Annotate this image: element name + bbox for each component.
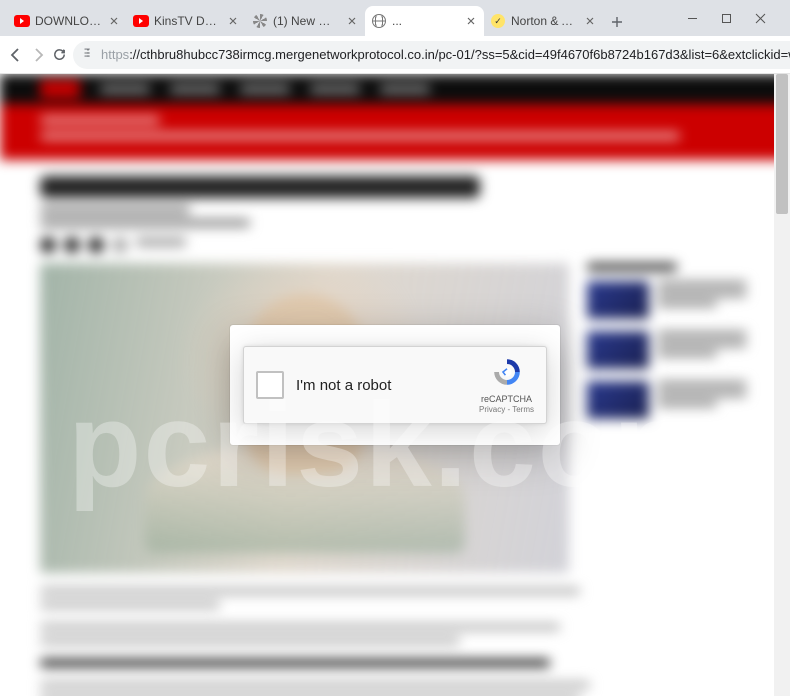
recaptcha-checkbox[interactable] [256,371,284,399]
scrollbar[interactable] [774,74,790,696]
maximize-icon[interactable] [720,12,732,24]
reload-icon[interactable] [52,41,67,69]
tab-title: DOWNLOAD: Red | [35,14,102,28]
tab-new-message[interactable]: (1) New Message! [246,6,365,36]
tab-title: ... [392,14,459,28]
close-icon[interactable] [107,14,121,28]
close-icon[interactable] [583,14,597,28]
tab-kinstv[interactable]: KinsTV Download F [127,6,246,36]
tab-download-red[interactable]: DOWNLOAD: Red | [8,6,127,36]
window-close-icon[interactable] [754,12,766,24]
norton-icon [490,13,506,29]
new-tab-button[interactable] [603,8,631,36]
blurred-sidebar-header [587,263,677,271]
terms-link[interactable]: Terms [512,405,534,414]
browser-titlebar: DOWNLOAD: Red | KinsTV Download F (1) Ne… [0,0,790,36]
page-content: pcrisk.com I'm not a robot reCAPTCHA Pri… [0,74,790,696]
youtube-icon [14,13,30,29]
url-text: https://cthbru8hubcc738irmcg.mergenetwor… [101,47,790,62]
browser-toolbar: https://cthbru8hubcc738irmcg.mergenetwor… [0,36,790,74]
site-info-icon[interactable] [81,46,95,63]
window-controls [676,12,782,36]
close-icon[interactable] [464,14,478,28]
tab-title: KinsTV Download F [154,14,221,28]
recaptcha-branding: reCAPTCHA Privacy - Terms [479,356,534,414]
forward-icon[interactable] [30,41,46,69]
youtube-icon [133,13,149,29]
privacy-link[interactable]: Privacy [479,405,505,414]
tab-title: (1) New Message! [273,14,340,28]
tab-norton[interactable]: Norton & AntiVirus [484,6,603,36]
address-bar[interactable]: https://cthbru8hubcc738irmcg.mergenetwor… [73,41,790,69]
globe-icon [371,13,387,29]
tab-active[interactable]: ... [365,6,484,36]
loading-spinner-icon [252,13,268,29]
recaptcha-widget: I'm not a robot reCAPTCHA Privacy - Term… [243,346,547,424]
recaptcha-logo-icon [491,356,523,393]
recaptcha-brand-text: reCAPTCHA [481,394,532,404]
recaptcha-label: I'm not a robot [284,377,469,394]
browser-tabs: DOWNLOAD: Red | KinsTV Download F (1) Ne… [8,4,676,36]
close-icon[interactable] [345,14,359,28]
tab-title: Norton & AntiVirus [511,14,578,28]
minimize-icon[interactable] [686,12,698,24]
scrollbar-thumb[interactable] [776,74,788,214]
close-icon[interactable] [226,14,240,28]
blurred-headline [40,176,480,198]
back-icon[interactable] [8,41,24,69]
recaptcha-terms: Privacy - Terms [479,405,534,414]
